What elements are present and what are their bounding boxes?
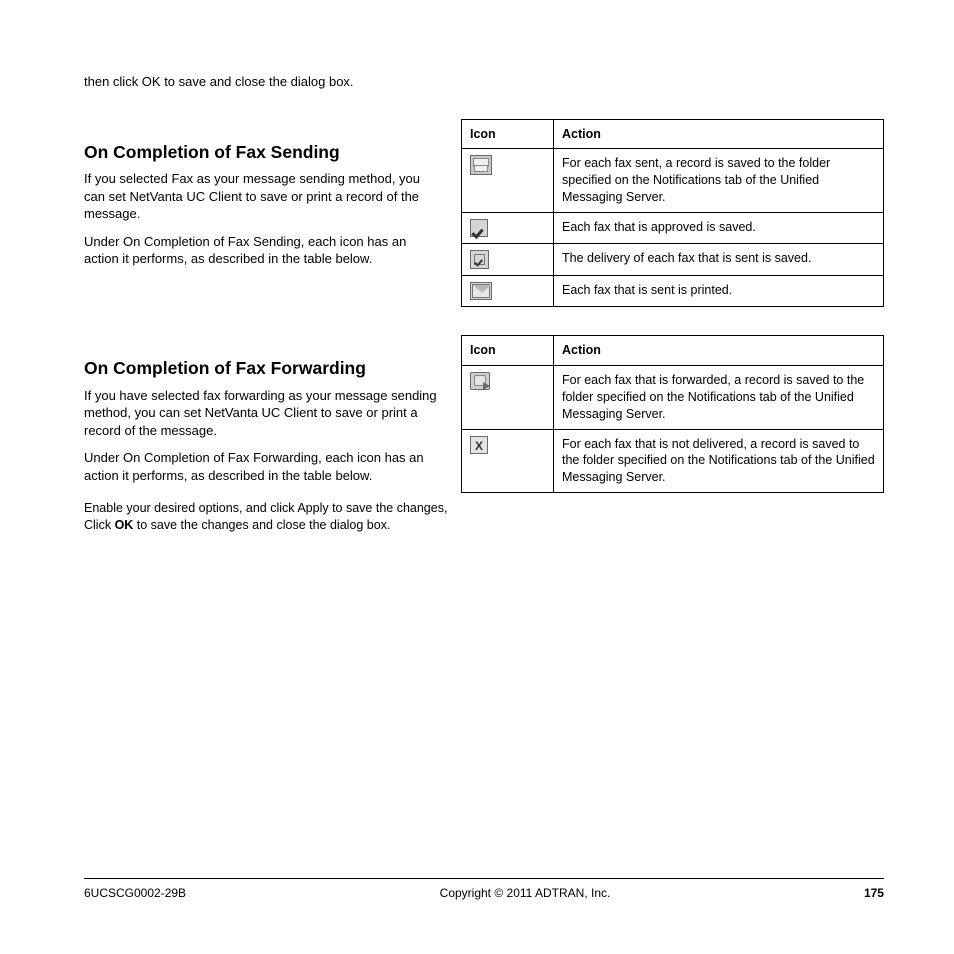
section1-para1: If you selected Fax as your message send… [84,170,439,223]
closing-line2: Click OK to save the changes and close t… [84,517,884,534]
sent-check-icon [470,250,489,269]
footer-doc-code: 6UCSCG0002-29B [84,885,186,901]
table2-row0-text: For each fax that is forwarded, a record… [554,365,884,429]
section1-para2: Under On Completion of Fax Sending, each… [84,233,439,268]
table1-row0-text: For each fax sent, a record is saved to … [554,149,884,213]
section2-para2: Under On Completion of Fax Forwarding, e… [84,449,439,484]
fax-sending-icon-table: Icon Action For each fax sent, a record … [461,119,884,308]
section-heading-fax-forwarding: On Completion of Fax Forwarding [84,357,439,381]
table2-row1-text: For each fax that is not delivered, a re… [554,429,884,493]
page-footer: 6UCSCG0002-29B Copyright © 2011 ADTRAN, … [84,878,884,901]
closing-line2-pre: Click [84,518,115,532]
table-row: Each fax that is approved is saved. [462,213,884,244]
print-envelope-icon [470,282,492,300]
intro-text: then click OK to save and close the dial… [84,73,884,91]
section2-para1: If you have selected fax forwarding as y… [84,387,439,440]
not-delivered-x-icon [470,436,488,454]
forward-printer-icon [470,372,490,390]
footer-rule [84,878,884,879]
fax-forwarding-icon-table: Icon Action For each fax that is forward… [461,335,884,493]
ok-label: OK [115,518,134,532]
table-row: For each fax that is forwarded, a record… [462,365,884,429]
table-row: For each fax that is not delivered, a re… [462,429,884,493]
closing-line1: Enable your desired options, and click A… [84,500,884,517]
table1-row3-text: Each fax that is sent is printed. [554,276,884,307]
table2-header-icon: Icon [462,336,554,366]
footer-copyright: Copyright © 2011 ADTRAN, Inc. [440,885,611,901]
fax-machine-icon [470,155,492,175]
table-row: Each fax that is sent is printed. [462,276,884,307]
table2-header-action: Action [554,336,884,366]
table1-header-icon: Icon [462,119,554,149]
approved-check-icon [470,219,488,237]
section-heading-fax-sending: On Completion of Fax Sending [84,141,439,165]
table1-header-action: Action [554,119,884,149]
table1-row1-text: Each fax that is approved is saved. [554,213,884,244]
footer-page-number: 175 [864,885,884,901]
table-row: The delivery of each fax that is sent is… [462,244,884,276]
closing-line2-post: to save the changes and close the dialog… [133,518,390,532]
table-row: For each fax sent, a record is saved to … [462,149,884,213]
table1-row2-text: The delivery of each fax that is sent is… [554,244,884,276]
